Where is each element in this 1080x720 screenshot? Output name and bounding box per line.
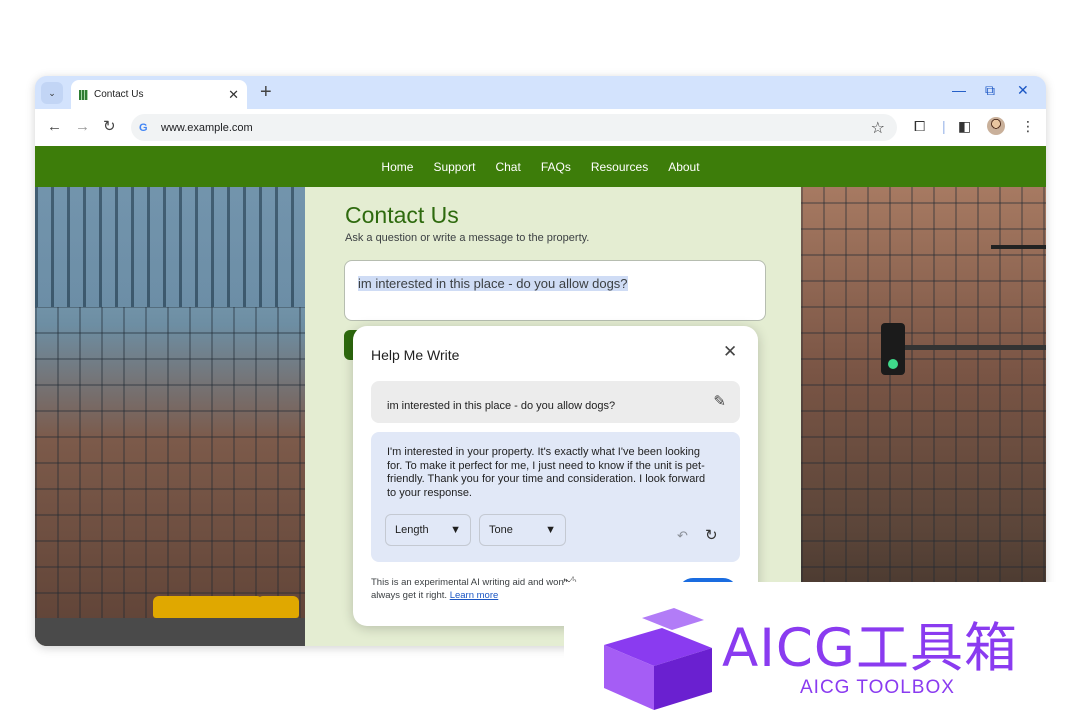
help-me-write-panel: Help Me Write ✕ im interested in this pl… xyxy=(353,326,758,626)
draft-text: I'm interested in your property. It's ex… xyxy=(387,446,706,499)
caret-down-icon: ▼ xyxy=(545,524,556,536)
tone-dropdown[interactable]: Tone ▼ xyxy=(479,514,566,546)
glass-facade xyxy=(35,187,305,307)
web-page: Home Support Chat FAQs Resources About C… xyxy=(35,146,1046,646)
forward-icon[interactable]: → xyxy=(75,118,90,136)
traffic-light xyxy=(881,323,905,375)
undo-icon[interactable]: ↶ xyxy=(677,528,688,544)
close-window-icon[interactable]: ✕ xyxy=(1017,82,1029,99)
back-icon[interactable]: ← xyxy=(47,118,62,136)
browser-toolbar: ← → ↻ G www.example.com ☆ ⧠ | ◧ ⋮ xyxy=(35,109,1046,146)
minimize-icon[interactable]: — xyxy=(952,82,966,98)
page-subtitle: Ask a question or write a message to the… xyxy=(345,232,590,244)
taxi xyxy=(215,596,263,618)
caret-down-icon: ▼ xyxy=(450,524,461,536)
chevron-down-icon: ⌄ xyxy=(48,87,56,98)
disclaimer: This is an experimental AI writing aid a… xyxy=(371,576,571,602)
redo-icon[interactable]: ↻ xyxy=(705,526,718,544)
reload-icon[interactable]: ↻ xyxy=(103,118,116,136)
url-text: www.example.com xyxy=(161,121,253,134)
watermark-title: AICG工具箱 xyxy=(722,618,1018,679)
plus-icon[interactable]: + xyxy=(260,81,272,103)
menu-icon[interactable]: ⋮ xyxy=(1021,118,1035,135)
street-lamp xyxy=(991,245,1046,249)
nav-link-about[interactable]: About xyxy=(668,160,699,174)
message-text: im interested in this place - do you all… xyxy=(358,276,628,291)
length-label: Length xyxy=(395,524,429,536)
tab-strip: ⌄ Contact Us ✕ + — ⧉ ✕ xyxy=(35,76,1046,109)
aicg-logo-icon xyxy=(604,608,712,710)
close-icon[interactable]: ✕ xyxy=(228,87,239,103)
extensions-icon[interactable]: ⧠ xyxy=(914,118,925,135)
tone-label: Tone xyxy=(489,524,513,536)
page-title: Contact Us xyxy=(345,202,459,228)
google-icon: G xyxy=(139,121,148,134)
nav-link-faqs[interactable]: FAQs xyxy=(541,160,571,174)
watermark: AICG工具箱 AICG TOOLBOX xyxy=(564,582,1080,720)
prompt-box: im interested in this place - do you all… xyxy=(371,381,740,423)
site-favicon-icon xyxy=(79,89,88,100)
street xyxy=(35,618,305,646)
length-dropdown[interactable]: Length ▼ xyxy=(385,514,471,546)
window-grid xyxy=(801,187,1046,646)
star-icon[interactable]: ☆ xyxy=(871,118,885,138)
avatar[interactable] xyxy=(987,117,1005,135)
tab-title: Contact Us xyxy=(94,89,144,100)
prompt-text: im interested in this place - do you all… xyxy=(387,400,616,412)
nav-link-home[interactable]: Home xyxy=(381,160,413,174)
restore-icon[interactable]: ⧉ xyxy=(985,82,995,99)
building-photo-left xyxy=(35,187,305,646)
building-photo-right xyxy=(801,187,1046,646)
taxi xyxy=(257,596,299,618)
learn-more-link[interactable]: Learn more xyxy=(450,590,499,601)
toolbar-divider: | xyxy=(942,118,946,134)
draft-box: I'm interested in your property. It's ex… xyxy=(371,432,740,562)
browser-window: ⌄ Contact Us ✕ + — ⧉ ✕ ← → ↻ G www.examp… xyxy=(35,76,1046,646)
side-panel-icon[interactable]: ◧ xyxy=(958,118,971,135)
nav-link-resources[interactable]: Resources xyxy=(591,160,648,174)
tab-search-button[interactable]: ⌄ xyxy=(41,82,63,104)
panel-title: Help Me Write xyxy=(371,347,460,363)
tab-contact-us[interactable]: Contact Us ✕ xyxy=(71,80,247,109)
site-navigation: Home Support Chat FAQs Resources About xyxy=(35,146,1046,187)
edit-icon[interactable]: ✎ xyxy=(713,392,726,410)
message-input[interactable]: im interested in this place - do you all… xyxy=(344,260,766,321)
nav-link-chat[interactable]: Chat xyxy=(495,160,520,174)
address-bar[interactable]: G www.example.com ☆ xyxy=(131,114,897,141)
watermark-subtitle: AICG TOOLBOX xyxy=(800,677,955,698)
signal-arm xyxy=(905,345,1046,350)
close-icon[interactable]: ✕ xyxy=(723,342,737,362)
nav-link-support[interactable]: Support xyxy=(433,160,475,174)
